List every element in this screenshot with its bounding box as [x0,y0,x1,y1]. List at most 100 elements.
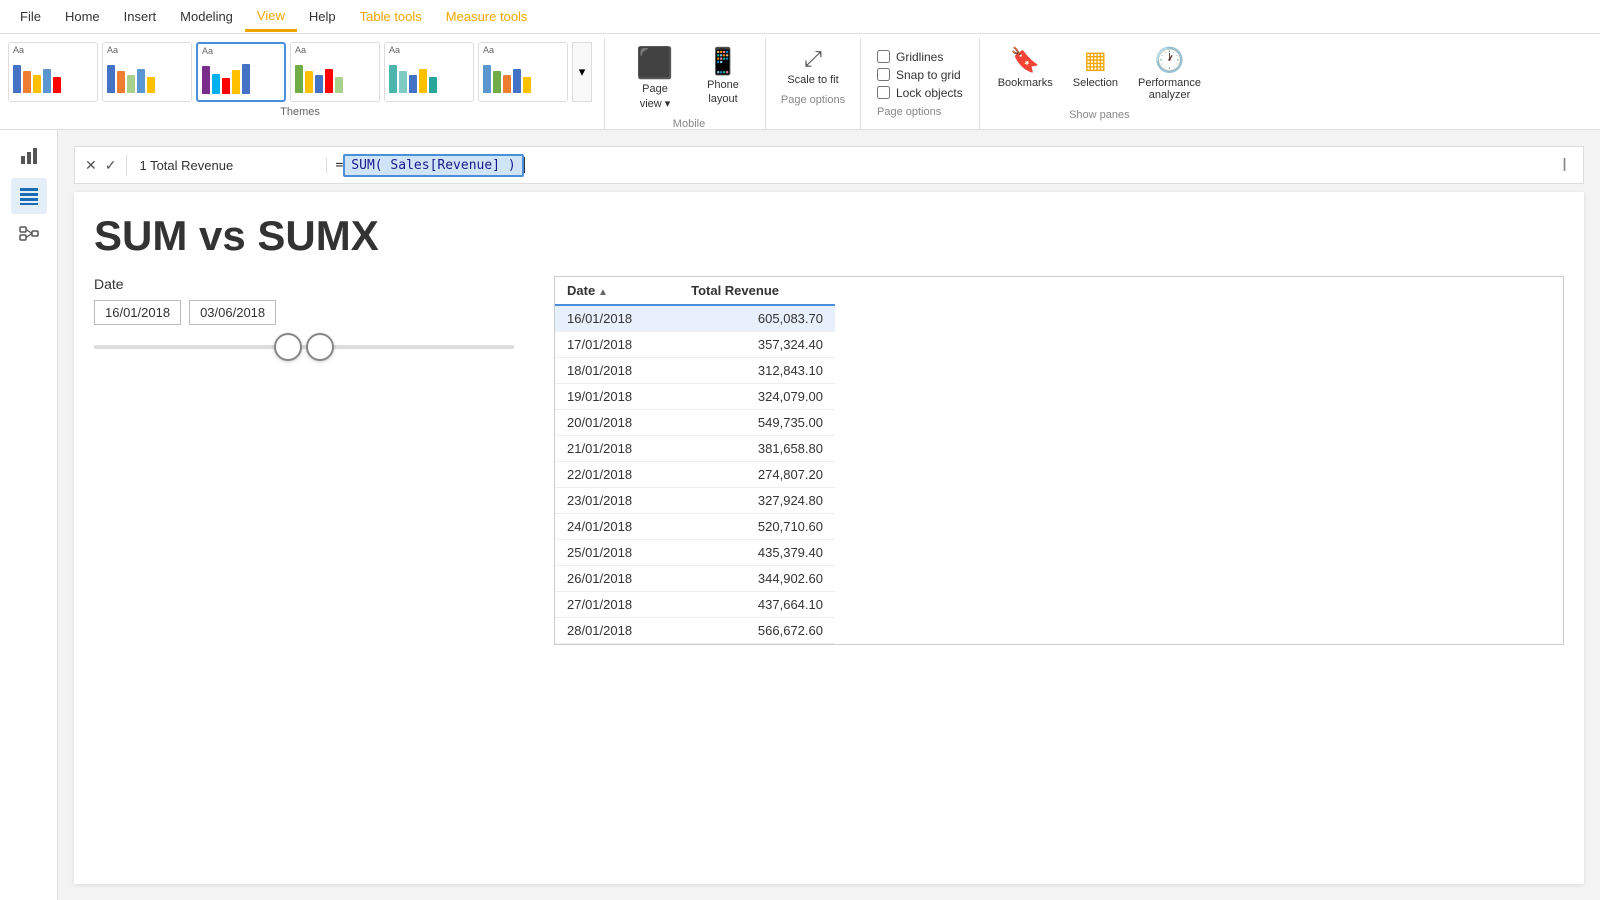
formula-expression[interactable]: SUM( Sales[Revenue] ) [343,154,523,177]
themes-row: Aa Aa Aa [8,42,592,102]
themes-section: Aa Aa Aa [8,38,605,129]
lock-objects-checkbox-item[interactable]: Lock objects [877,86,963,100]
revenue-cell: 327,924.80 [679,488,835,514]
show-panes-label: Show panes [1069,109,1130,121]
revenue-cell: 381,658.80 [679,436,835,462]
page-options-group: ⤢ Scale to fit Page options [766,38,861,129]
theme-3-selected[interactable]: Aa [196,42,286,102]
snap-to-grid-checkbox[interactable] [877,68,890,81]
selection-button[interactable]: ▦ Selection [1067,42,1124,105]
snap-to-grid-checkbox-item[interactable]: Snap to grid [877,68,963,82]
revenue-cell: 605,083.70 [679,305,835,332]
table-row: 24/01/2018520,710.60 [555,514,835,540]
selection-label: Selection [1073,77,1118,89]
revenue-cell: 437,664.10 [679,592,835,618]
performance-analyzer-icon: 🕐 [1155,46,1185,75]
page-view-button[interactable]: ⬛ Page view ▾ [625,42,685,114]
table-row: 21/01/2018381,658.80 [555,436,835,462]
report-title: SUM vs SUMX [94,212,1564,260]
scale-to-fit-icon: ⤢ [804,46,822,72]
gridlines-checkbox[interactable] [877,50,890,63]
canvas-area: ✕ ✓ 1 Total Revenue = SUM( Sales[Revenue… [58,130,1600,900]
menu-help[interactable]: Help [297,3,348,30]
page-view-label: Page [642,83,668,95]
theme-1[interactable]: Aa [8,42,98,102]
table-row: 23/01/2018327,924.80 [555,488,835,514]
page-view-sublabel: view ▾ [640,97,671,110]
phone-layout-icon: 📱 [707,46,739,77]
scale-to-fit-label: Scale to fit [787,74,838,86]
date-cell: 17/01/2018 [555,332,679,358]
left-sidebar [0,130,58,900]
snap-to-grid-label: Snap to grid [896,68,961,82]
date-slicer: Date 16/01/2018 03/06/2018 [94,276,514,645]
sidebar-chart-icon[interactable] [11,138,47,174]
revenue-cell: 435,379.40 [679,540,835,566]
menu-insert[interactable]: Insert [112,3,169,30]
formula-equals: = [335,158,343,173]
visuals-row: Date 16/01/2018 03/06/2018 [94,276,1564,645]
table-row: 17/01/2018357,324.40 [555,332,835,358]
revenue-cell: 520,710.60 [679,514,835,540]
ribbon: Aa Aa Aa [0,34,1600,130]
gridlines-checkbox-item[interactable]: Gridlines [877,50,963,64]
lock-objects-checkbox[interactable] [877,86,890,99]
formula-bar: ✕ ✓ 1 Total Revenue = SUM( Sales[Revenue… [74,146,1584,184]
view-options-group: Gridlines Snap to grid Lock objects Page… [861,38,980,129]
theme-5[interactable]: Aa [384,42,474,102]
performance-analyzer-button[interactable]: 🕐 Performanceanalyzer [1132,42,1207,105]
menu-home[interactable]: Home [53,3,112,30]
sidebar-table-icon[interactable] [11,178,47,214]
slider-handle-left[interactable] [274,333,302,361]
menu-table-tools[interactable]: Table tools [348,3,434,30]
table-row: 18/01/2018312,843.10 [555,358,835,384]
date-cell: 23/01/2018 [555,488,679,514]
theme-2[interactable]: Aa [102,42,192,102]
formula-input-area[interactable]: = SUM( Sales[Revenue] ) [327,154,1546,177]
date-cell: 21/01/2018 [555,436,679,462]
phone-layout-button[interactable]: 📱 Phone layout [693,42,753,114]
phone-layout-label-line1: Phone [707,79,739,91]
selection-icon: ▦ [1084,46,1107,75]
data-table: Date Total Revenue 16/01/2018605,083.701… [554,276,1564,645]
page-view-group: ⬛ Page view ▾ 📱 Phone layout Mobile [613,38,766,129]
date-cell: 26/01/2018 [555,566,679,592]
scale-to-fit-button[interactable]: ⤢ Scale to fit [778,42,848,90]
table-row: 25/01/2018435,379.40 [555,540,835,566]
slicer-dates: 16/01/2018 03/06/2018 [94,300,514,325]
menu-file[interactable]: File [8,3,53,30]
menu-modeling[interactable]: Modeling [168,3,245,30]
bookmarks-button[interactable]: 🔖 Bookmarks [992,42,1059,105]
page-view-icon: ⬛ [636,46,673,81]
themes-dropdown-arrow[interactable]: ▾ [572,42,592,102]
date-column-header[interactable]: Date [555,277,679,305]
sidebar-model-icon[interactable] [11,218,47,254]
date-cell: 28/01/2018 [555,618,679,644]
formula-cancel-icon[interactable]: ✕ [83,155,99,176]
table-row: 26/01/2018344,902.60 [555,566,835,592]
revenue-cell: 324,079.00 [679,384,835,410]
menu-measure-tools[interactable]: Measure tools [434,3,540,30]
slicer-date-from[interactable]: 16/01/2018 [94,300,181,325]
bookmarks-icon: 🔖 [1010,46,1040,75]
theme-4[interactable]: Aa [290,42,380,102]
revenue-column-header[interactable]: Total Revenue [679,277,835,305]
table-row: 27/01/2018437,664.10 [555,592,835,618]
slicer-slider[interactable] [94,337,514,357]
slider-handle-right[interactable] [306,333,334,361]
performance-analyzer-label: Performanceanalyzer [1138,77,1201,101]
table-row: 28/01/2018566,672.60 [555,618,835,644]
lock-objects-label: Lock objects [896,86,963,100]
page-options-label: Page options [781,94,845,106]
menu-view[interactable]: View [245,2,297,32]
slicer-date-to[interactable]: 03/06/2018 [189,300,276,325]
formula-confirm-icon[interactable]: ✓ [103,155,119,176]
date-cell: 25/01/2018 [555,540,679,566]
table-row: 16/01/2018605,083.70 [555,305,835,332]
theme-6[interactable]: Aa [478,42,568,102]
menu-bar: File Home Insert Modeling View Help Tabl… [0,0,1600,34]
formula-measure-name: 1 Total Revenue [127,158,327,173]
report-canvas: SUM vs SUMX Date 16/01/2018 03/06/2018 [74,192,1584,884]
formula-text-cursor[interactable]: I [1546,155,1583,176]
revenue-cell: 274,807.20 [679,462,835,488]
